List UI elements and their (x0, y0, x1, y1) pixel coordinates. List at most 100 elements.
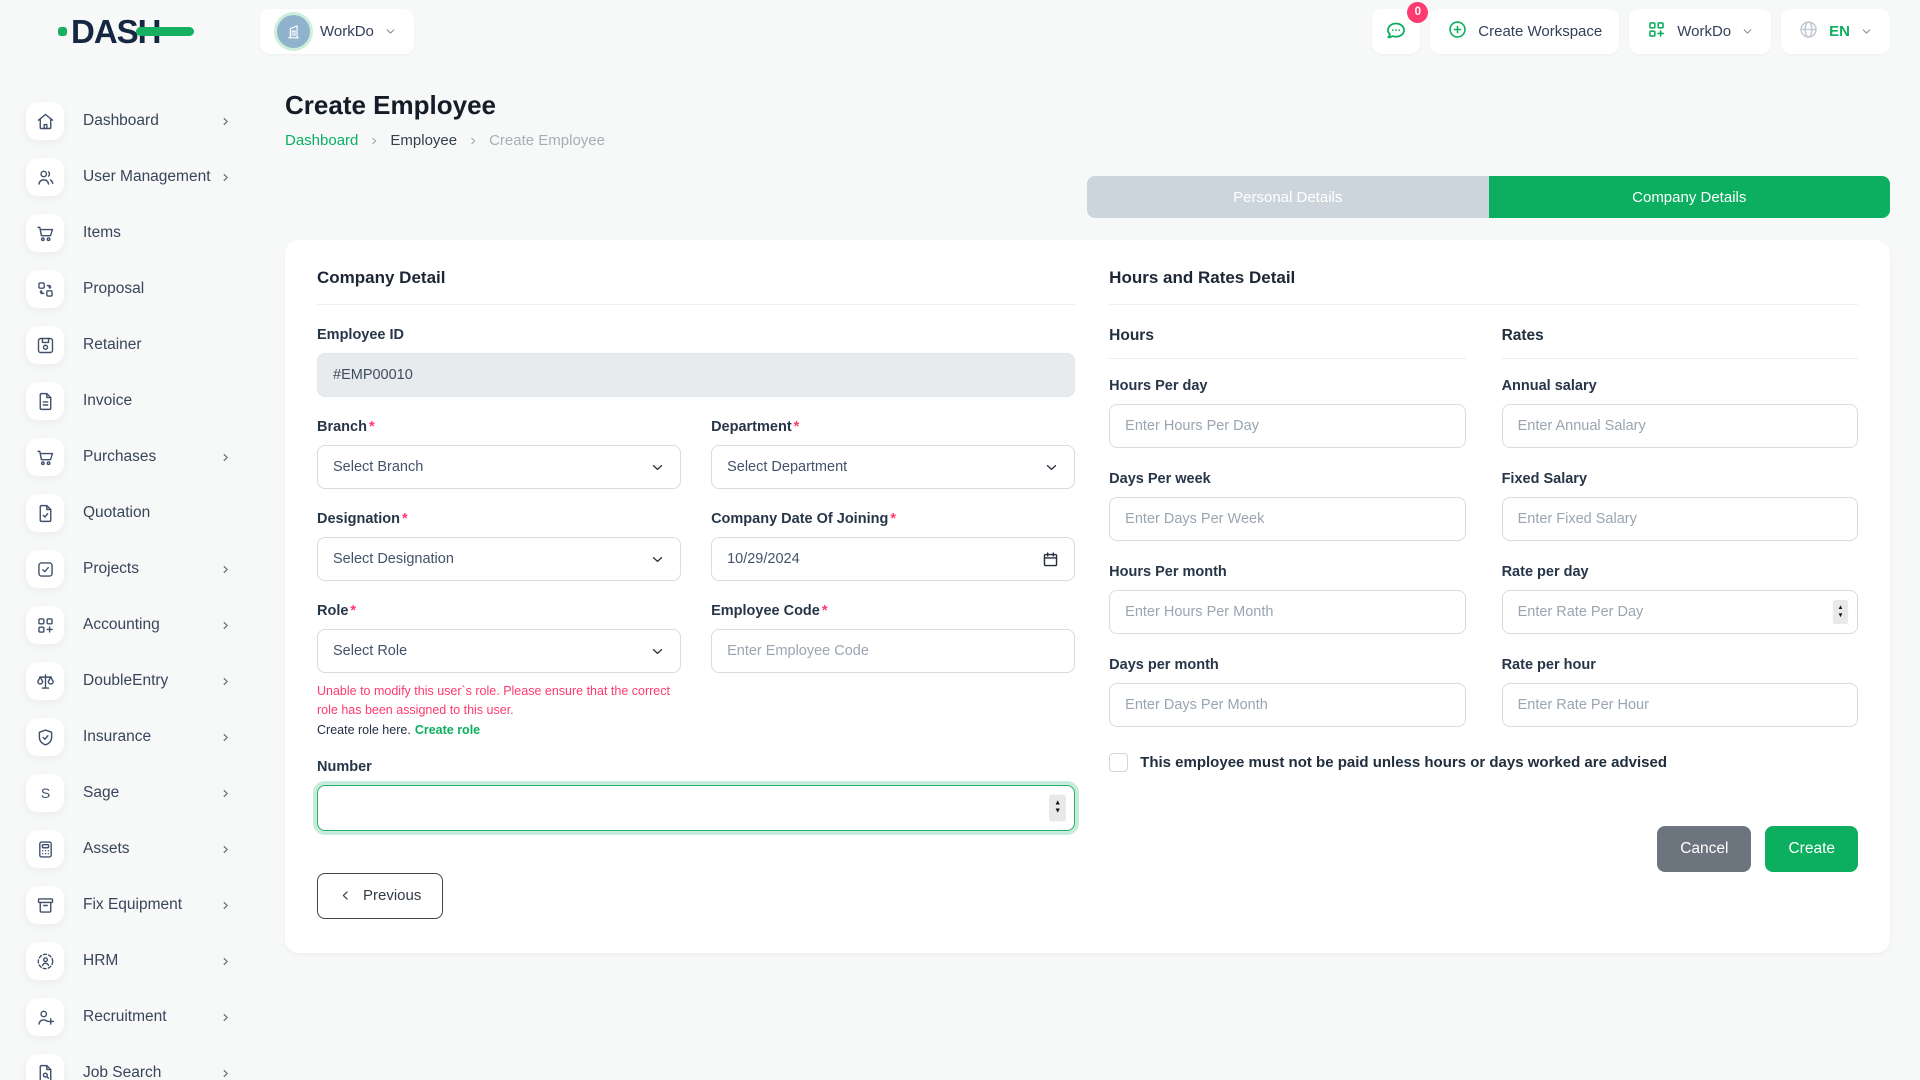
sidebar-item-purchases[interactable]: Purchases (26, 434, 232, 480)
breadcrumb-dashboard[interactable]: Dashboard (285, 132, 358, 149)
sidebar-item-user-management[interactable]: User Management (26, 154, 232, 200)
breadcrumb-employee: Employee (390, 132, 457, 149)
chevron-right-icon (219, 899, 232, 912)
joining-date-input[interactable]: 10/29/2024 (711, 537, 1075, 581)
sidebar: Dashboard User Management Items Proposal… (0, 62, 260, 1080)
sidebar-item-items[interactable]: Items (26, 210, 232, 256)
designation-select[interactable]: Select Designation (317, 537, 681, 581)
workspace-menu-button[interactable]: WorkDo (1629, 9, 1771, 54)
language-code: EN (1829, 23, 1850, 40)
employee-id-group: Employee ID (317, 327, 1075, 397)
hrm-icon (26, 942, 64, 980)
form-field: Hours Per day (1109, 378, 1465, 448)
hours-per-month-input[interactable] (1109, 590, 1465, 634)
no-pay-checkbox[interactable] (1109, 753, 1128, 772)
recruitment-icon (26, 998, 64, 1036)
form-field: Fixed Salary (1502, 471, 1858, 541)
home-icon (26, 102, 64, 140)
chevron-right-icon (219, 731, 232, 744)
app-root: DASH WorkDo 0 Create Workspace (0, 0, 1920, 62)
job-search-icon (26, 1054, 64, 1080)
chevron-right-icon (219, 171, 232, 184)
retainer-icon (26, 326, 64, 364)
sidebar-item-insurance[interactable]: Insurance (26, 714, 232, 760)
hours-rates-heading: Hours and Rates Detail (1109, 268, 1858, 305)
annual-salary-input[interactable] (1502, 404, 1858, 448)
workspace-name: WorkDo (320, 23, 374, 40)
role-select[interactable]: Select Role (317, 629, 681, 673)
rates-heading: Rates (1502, 327, 1858, 359)
annual-salary-label: Annual salary (1502, 378, 1597, 394)
create-workspace-button[interactable]: Create Workspace (1430, 9, 1619, 54)
joining-date-label: Company Date Of Joining (711, 511, 888, 527)
form-actions: Cancel Create (1109, 826, 1858, 872)
sidebar-item-job-search[interactable]: Job Search (26, 1050, 232, 1080)
chevron-right-icon (219, 451, 232, 464)
breadcrumb: Dashboard Employee Create Employee (285, 132, 1890, 149)
sidebar-item-invoice[interactable]: Invoice (26, 378, 232, 424)
branch-select[interactable]: Select Branch (317, 445, 681, 489)
no-pay-checkbox-label: This employee must not be paid unless ho… (1140, 754, 1667, 771)
language-selector[interactable]: EN (1781, 9, 1890, 54)
sidebar-item-sage[interactable]: S Sage (26, 770, 232, 816)
days-per-week-input[interactable] (1109, 497, 1465, 541)
sidebar-item-hrm[interactable]: HRM (26, 938, 232, 984)
brand-logo[interactable]: DASH (0, 15, 260, 48)
number-stepper[interactable]: ▲▼ (1833, 600, 1848, 624)
hours-per-day-input[interactable] (1109, 404, 1465, 448)
previous-button[interactable]: Previous (317, 873, 443, 919)
branch-group: Branch* Select Branch (317, 419, 681, 489)
messages-button[interactable]: 0 (1372, 9, 1420, 54)
form-field: Rate per day ▲▼ (1502, 564, 1858, 634)
hours-per-day-label: Hours Per day (1109, 378, 1207, 394)
number-group: Number ▲▼ (317, 759, 1075, 831)
workspace-switcher[interactable]: WorkDo (260, 9, 414, 54)
employee-code-label: Employee Code (711, 603, 820, 619)
create-button[interactable]: Create (1765, 826, 1858, 872)
sidebar-item-fix-equipment[interactable]: Fix Equipment (26, 882, 232, 928)
number-input[interactable] (317, 785, 1075, 831)
sidebar-item-retainer[interactable]: Retainer (26, 322, 232, 368)
chevron-right-icon (219, 619, 232, 632)
employee-id-label: Employee ID (317, 327, 404, 343)
form-field: Rate per hour (1502, 657, 1858, 727)
sidebar-item-dashboard[interactable]: Dashboard (26, 98, 232, 144)
previous-label: Previous (363, 887, 421, 904)
sidebar-item-proposal[interactable]: Proposal (26, 266, 232, 312)
sidebar-item-projects[interactable]: Projects (26, 546, 232, 592)
required-marker: * (822, 603, 828, 619)
department-label: Department (711, 419, 792, 435)
proposal-icon (26, 270, 64, 308)
chevron-down-icon (650, 460, 665, 475)
workspace-menu-label: WorkDo (1677, 23, 1731, 40)
days-per-month-input[interactable] (1109, 683, 1465, 727)
purchases-cart-icon (26, 438, 64, 476)
tab-company-details[interactable]: Company Details (1489, 176, 1891, 218)
department-select[interactable]: Select Department (711, 445, 1075, 489)
tab-personal-details[interactable]: Personal Details (1087, 176, 1489, 218)
required-marker: * (350, 603, 356, 619)
fixed-salary-input[interactable] (1502, 497, 1858, 541)
days-per-month-label: Days per month (1109, 657, 1219, 673)
sidebar-item-assets[interactable]: Assets (26, 826, 232, 872)
rate-per-day-input[interactable] (1502, 590, 1858, 634)
number-label: Number (317, 759, 372, 775)
designation-label: Designation (317, 511, 400, 527)
sidebar-item-doubleentry[interactable]: DoubleEntry (26, 658, 232, 704)
create-role-link[interactable]: Create role (415, 723, 480, 737)
sidebar-item-quotation[interactable]: Quotation (26, 490, 232, 536)
hours-fields: Hours Per day Days Per week Hours Per mo… (1109, 378, 1465, 727)
rate-per-hour-input[interactable] (1502, 683, 1858, 727)
number-stepper[interactable]: ▲▼ (1049, 794, 1066, 821)
logo-dash-icon (136, 27, 194, 36)
create-workspace-label: Create Workspace (1478, 23, 1602, 40)
cancel-button[interactable]: Cancel (1657, 826, 1751, 872)
chevron-left-icon (339, 889, 352, 902)
sidebar-item-accounting[interactable]: Accounting (26, 602, 232, 648)
role-select-value: Select Role (333, 643, 407, 659)
hours-rates-section: Hours and Rates Detail Hours Hours Per d… (1109, 268, 1858, 919)
employee-code-input[interactable] (711, 629, 1075, 673)
sidebar-item-recruitment[interactable]: Recruitment (26, 994, 232, 1040)
projects-icon (26, 550, 64, 588)
chevron-right-icon (219, 1011, 232, 1024)
